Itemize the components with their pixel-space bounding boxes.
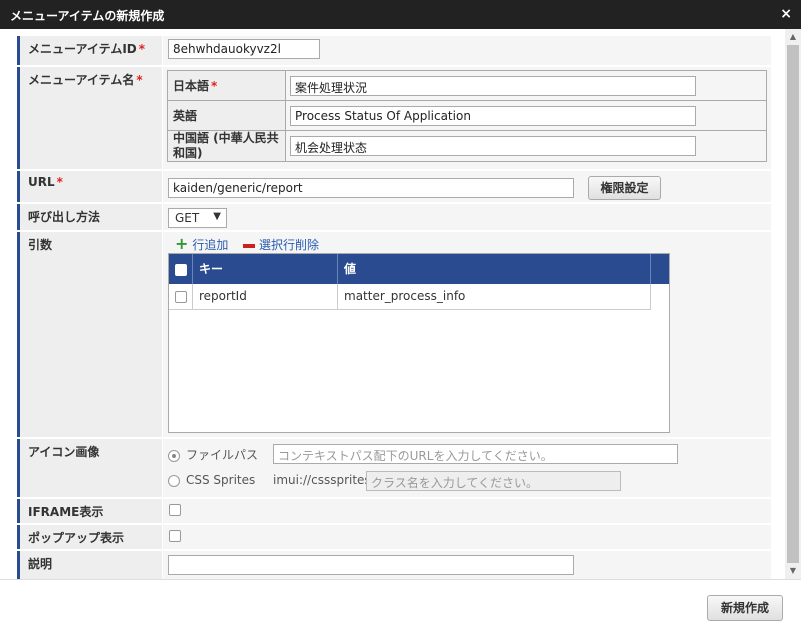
description-input[interactable] (168, 555, 574, 575)
cell-key[interactable]: reportId (193, 284, 338, 310)
row-popup: ポップアップ表示 (17, 525, 771, 550)
name-input-en[interactable]: Process Status Of Application (290, 105, 696, 126)
dialog-title: メニューアイテムの新規作成 (10, 9, 165, 23)
label-menu-item-id: メニューアイテムID * (17, 36, 162, 65)
file-path-input[interactable]: コンテキストパス配下のURLを入力してください。 (273, 444, 678, 464)
cell-value[interactable]: matter_process_info (338, 284, 651, 310)
name-input-zh[interactable]: 机会处理状态 (290, 136, 696, 156)
required-mark: * (138, 42, 146, 56)
language-row-zh: 中国語 (中華人民共和国) 机会处理状态 (167, 130, 767, 162)
row-url: URL * kaiden/generic/report 権限設定 (17, 171, 771, 203)
add-row-button[interactable]: + 行追加 (175, 236, 228, 253)
scroll-up-icon[interactable]: ▲ (785, 29, 801, 45)
label-popup: ポップアップ表示 (17, 525, 162, 549)
method-select[interactable]: GET ▼ (168, 208, 227, 228)
language-table: 日本語 * 案件処理状況 英語 Process Status Of Applica… (167, 70, 767, 162)
required-mark: * (211, 79, 218, 93)
required-mark: * (56, 175, 63, 189)
url-input[interactable]: kaiden/generic/report (168, 178, 574, 198)
label-arguments: 引数 (17, 232, 162, 437)
select-all-checkbox[interactable] (175, 263, 187, 276)
dialog-footer: 新規作成 (0, 579, 801, 631)
language-label-ja: 日本語 (173, 79, 210, 93)
css-sprites-prefix: imui://csssprites/ (273, 473, 375, 487)
scroll-down-icon[interactable]: ▼ (785, 563, 801, 579)
label-call-method: 呼び出し方法 (17, 204, 162, 230)
dialog-body: メニューアイテムID * 8ehwhdauokyvz2l メニューアイテム名 * 日… (0, 29, 801, 579)
language-label-zh: 中国語 (中華人民共和国) (167, 130, 286, 162)
column-header-value: 値 (338, 254, 651, 284)
menu-item-id-input[interactable]: 8ehwhdauokyvz2l (168, 39, 320, 59)
language-row-en: 英語 Process Status Of Application (167, 100, 767, 131)
close-icon[interactable]: × (780, 6, 792, 22)
language-label-en: 英語 (167, 100, 286, 131)
delete-selected-rows-button[interactable]: 選択行削除 (243, 236, 319, 253)
chevron-down-icon: ▼ (213, 211, 221, 222)
grid-header: キー 値 (169, 254, 669, 284)
permission-settings-button[interactable]: 権限設定 (588, 176, 661, 200)
radio-button (168, 474, 180, 487)
row-checkbox[interactable] (175, 290, 187, 303)
name-input-ja[interactable]: 案件処理状況 (290, 75, 696, 96)
column-header-key: キー (193, 254, 338, 284)
row-description: 説明 (17, 551, 771, 579)
iframe-checkbox[interactable] (169, 504, 181, 516)
label-menu-item-name: メニューアイテム名 * (17, 67, 162, 169)
language-row-ja: 日本語 * 案件処理状況 (167, 70, 767, 101)
table-row: reportId matter_process_info (169, 284, 669, 310)
radio-file-path[interactable]: ファイルパス (168, 446, 258, 463)
css-class-input[interactable]: クラス名を入力してください。 (366, 471, 621, 491)
radio-css-sprites[interactable]: CSS Sprites (168, 473, 255, 487)
plus-icon: + (175, 234, 189, 253)
radio-button (168, 449, 180, 462)
label-description: 説明 (17, 551, 162, 579)
row-arguments: 引数 + 行追加 選択行削除 キー 値 reportId matter_proc… (17, 232, 771, 438)
label-iframe: IFRAME表示 (17, 499, 162, 523)
dialog-titlebar: メニューアイテムの新規作成 × (0, 0, 801, 29)
row-menu-item-name: メニューアイテム名 * 日本語 * 案件処理状況 英語 Process Status… (17, 67, 771, 170)
minus-icon (243, 243, 255, 248)
row-menu-item-id: メニューアイテムID * 8ehwhdauokyvz2l (17, 36, 771, 66)
popup-checkbox[interactable] (169, 530, 181, 542)
row-icon-image: アイコン画像 ファイルパス コンテキストパス配下のURLを入力してください。 C… (17, 439, 771, 498)
scrollbar-thumb[interactable] (787, 45, 799, 563)
label-url: URL * (17, 171, 162, 202)
label-icon-image: アイコン画像 (17, 439, 162, 497)
vertical-scrollbar[interactable]: ▲ ▼ (785, 29, 801, 579)
row-iframe: IFRAME表示 (17, 499, 771, 524)
required-mark: * (136, 73, 143, 87)
create-button[interactable]: 新規作成 (707, 595, 783, 621)
row-call-method: 呼び出し方法 GET ▼ (17, 204, 771, 231)
arguments-grid: キー 値 reportId matter_process_info (168, 253, 670, 433)
